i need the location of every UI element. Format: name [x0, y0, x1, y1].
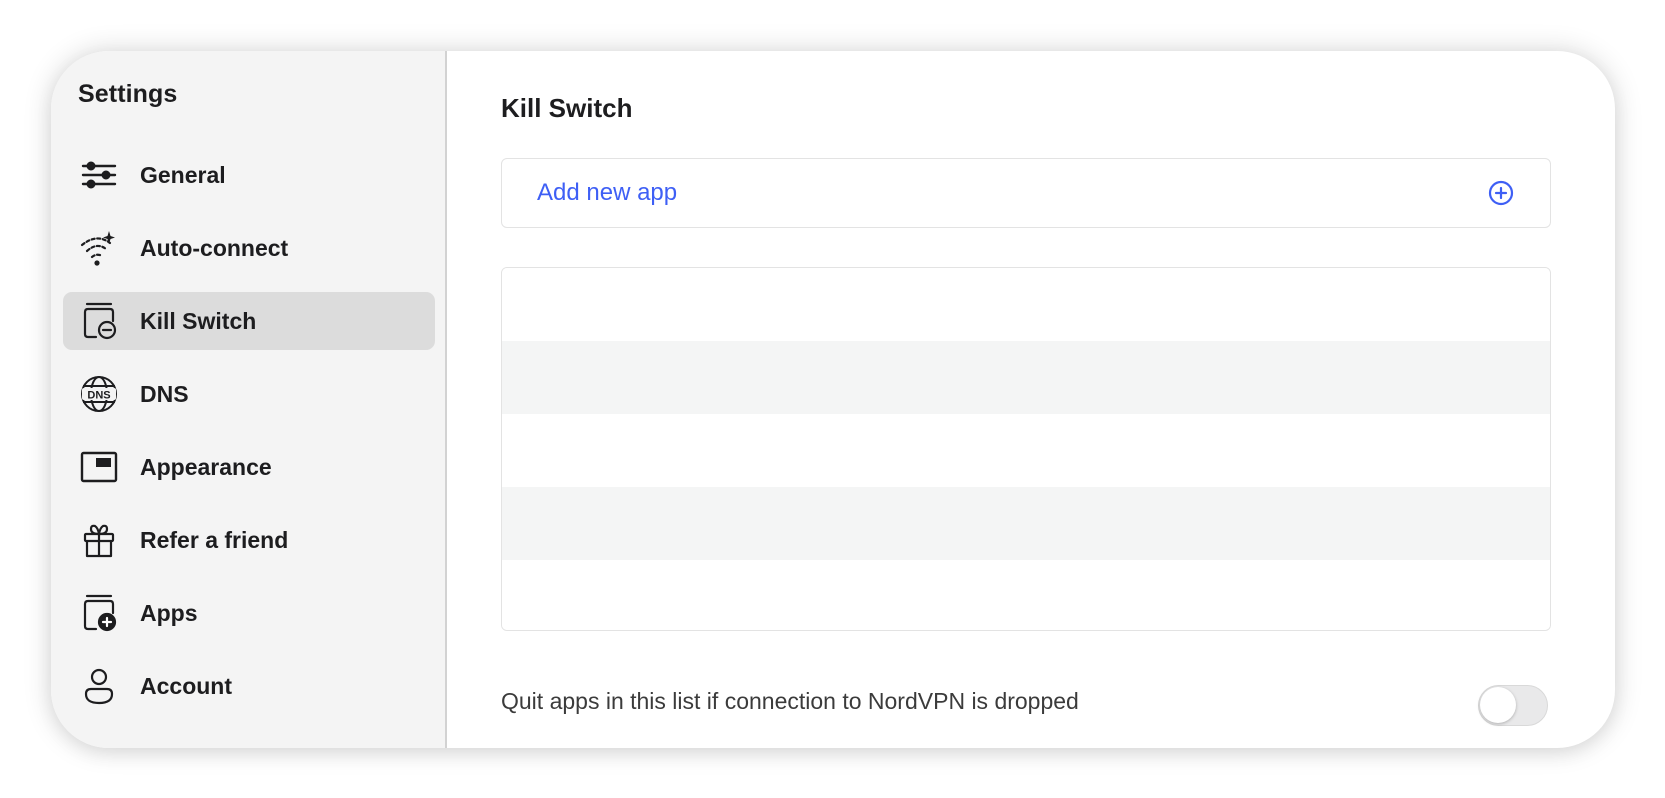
- list-item: [502, 268, 1550, 341]
- sidebar-item-refer-a-friend[interactable]: Refer a friend: [63, 511, 435, 569]
- sidebar-item-auto-connect[interactable]: Auto-connect: [63, 219, 435, 277]
- sidebar-item-kill-switch[interactable]: Kill Switch: [63, 292, 435, 350]
- kill-switch-icon: [78, 300, 120, 342]
- sidebar-item-label: General: [140, 161, 226, 188]
- add-new-app-button[interactable]: Add new app: [501, 158, 1551, 228]
- quit-apps-toggle[interactable]: [1478, 685, 1548, 726]
- list-item: [502, 414, 1550, 487]
- sidebar-item-label: Appearance: [140, 453, 272, 480]
- app-list: [501, 267, 1551, 631]
- sidebar-item-label: DNS: [140, 380, 189, 407]
- list-item: [502, 341, 1550, 414]
- apps-plus-icon: [78, 592, 120, 634]
- main-panel: Kill Switch Add new app Quit apps in thi…: [447, 51, 1615, 748]
- wifi-sparkle-icon: [78, 227, 120, 269]
- list-item: [502, 487, 1550, 560]
- dns-globe-icon: DNS: [78, 373, 120, 415]
- sidebar-nav: General Auto-connect Kill Switch DNS DNS…: [63, 146, 435, 730]
- list-item: [502, 560, 1550, 630]
- person-icon: [78, 665, 120, 707]
- svg-text:DNS: DNS: [87, 390, 110, 402]
- toggle-knob: [1480, 687, 1516, 723]
- sliders-icon: [78, 154, 120, 196]
- sidebar-item-apps[interactable]: Apps: [63, 584, 435, 642]
- quit-apps-label: Quit apps in this list if connection to …: [501, 688, 1079, 714]
- add-new-app-label: Add new app: [537, 179, 678, 206]
- sidebar-item-label: Account: [140, 672, 232, 699]
- sidebar-item-account[interactable]: Account: [63, 657, 435, 715]
- sidebar-item-label: Refer a friend: [140, 526, 289, 553]
- plus-circle-icon[interactable]: [1487, 179, 1515, 207]
- sidebar-item-label: Kill Switch: [140, 307, 257, 334]
- sidebar-item-label: Apps: [140, 599, 198, 626]
- sidebar-item-appearance[interactable]: Appearance: [63, 438, 435, 496]
- page-title: Kill Switch: [501, 93, 633, 123]
- sidebar-title: Settings: [78, 80, 178, 108]
- settings-window: Settings General Auto-connect Kill Switc…: [51, 51, 1615, 748]
- sidebar: Settings General Auto-connect Kill Switc…: [51, 51, 447, 748]
- gift-icon: [78, 519, 120, 561]
- sidebar-item-dns[interactable]: DNS DNS: [63, 365, 435, 423]
- sidebar-item-label: Auto-connect: [140, 234, 289, 261]
- sidebar-item-general[interactable]: General: [63, 146, 435, 204]
- appearance-window-icon: [78, 446, 120, 488]
